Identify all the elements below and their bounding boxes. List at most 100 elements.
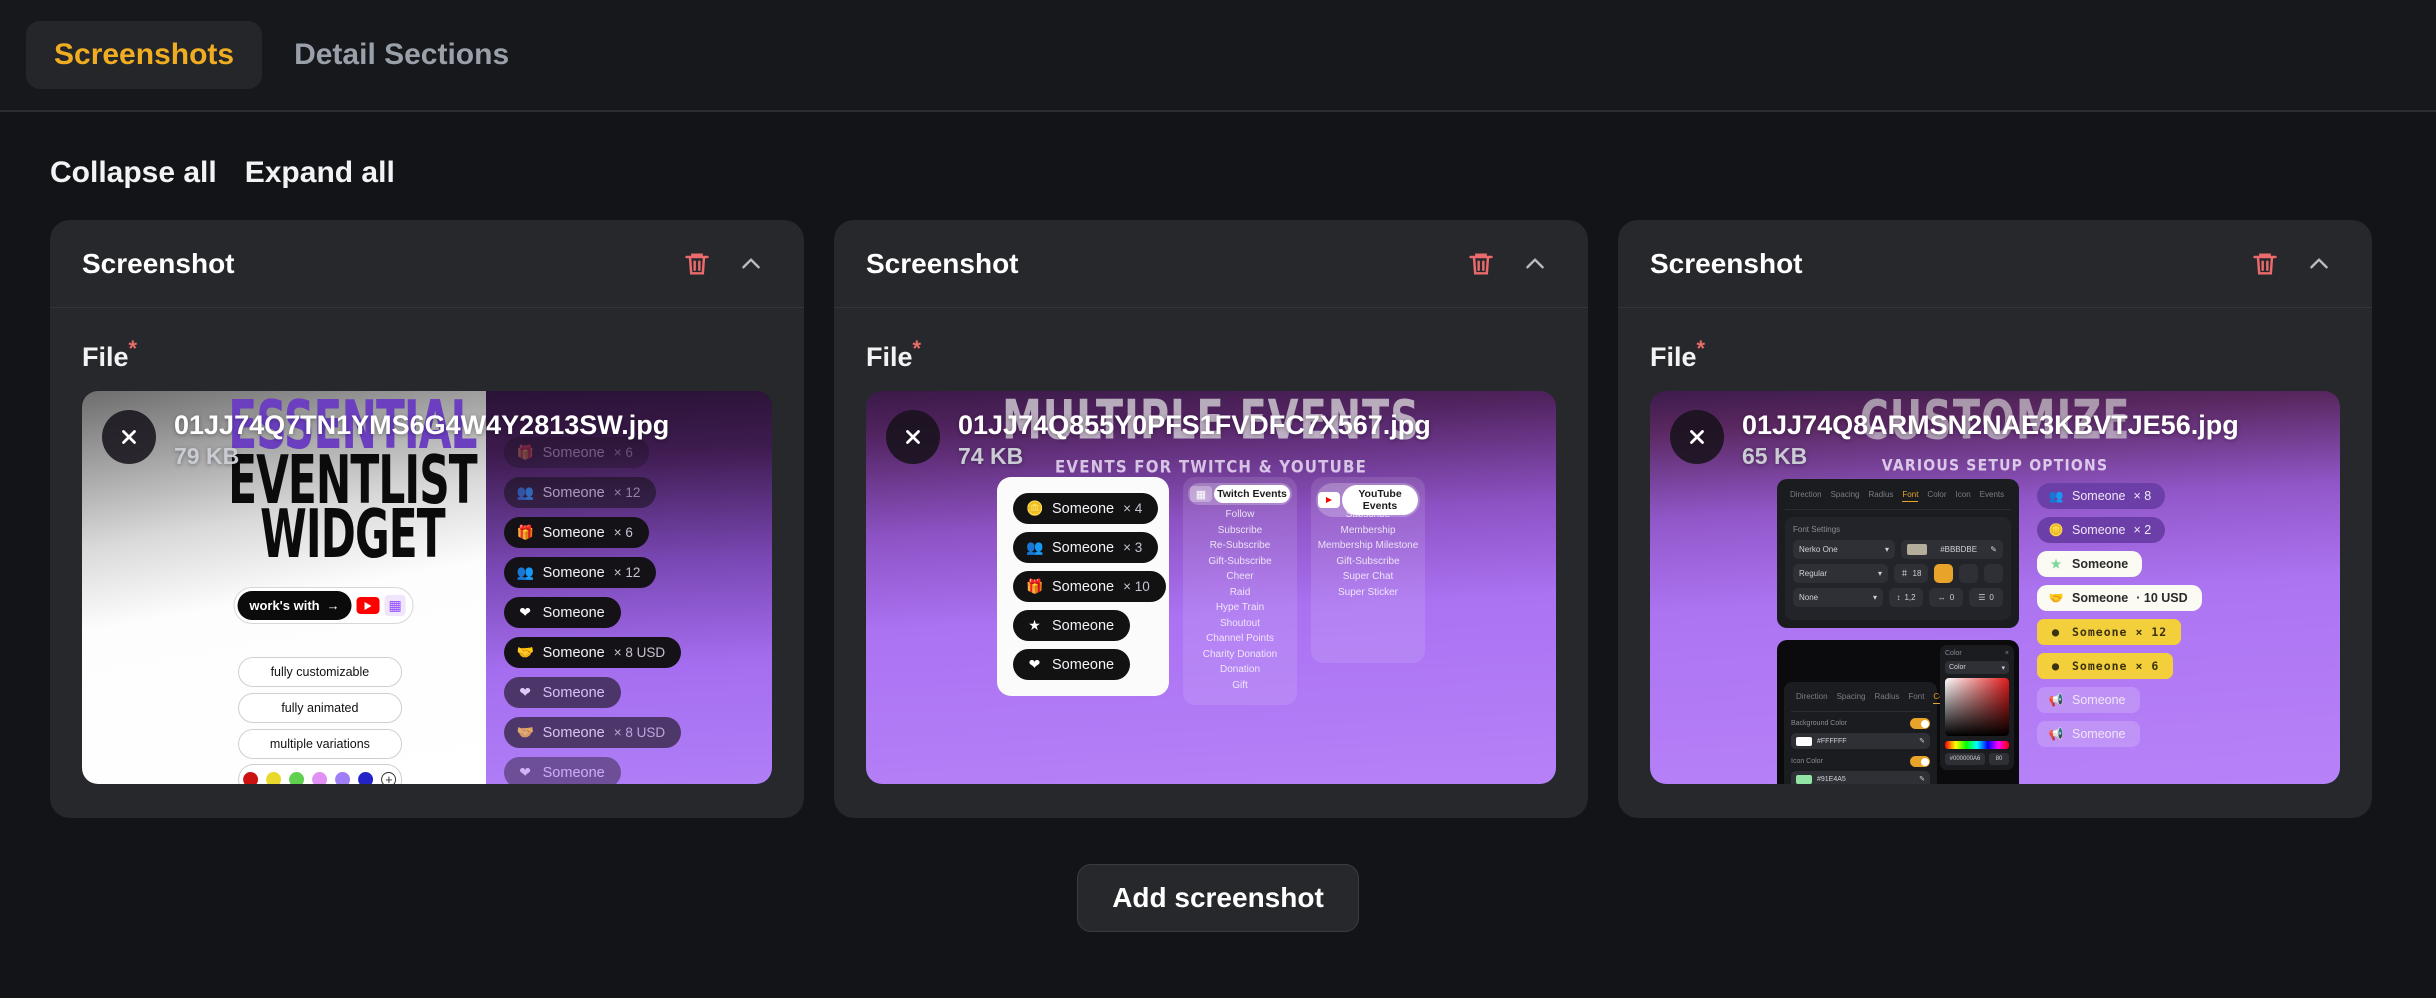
trash-icon bbox=[1469, 252, 1493, 275]
event-chip: 🎁 Someone × 10 bbox=[1013, 571, 1166, 602]
letter-spacing-stepper: ↔ 0 bbox=[1929, 588, 1963, 607]
file-name: 01JJ74Q7TN1YMS6G4W4Y2813SW.jpg bbox=[174, 410, 670, 440]
event-chip: ★ Someone bbox=[1013, 610, 1131, 641]
event-item: Gift-Subscribe bbox=[1208, 555, 1272, 567]
event-chip-list: 👥 Someone × 8 🪙 Someone × 2 ★ Someone 🤝 Someon… bbox=[2037, 479, 2213, 747]
file-field-label: File* bbox=[82, 336, 772, 373]
background-color-label: Background Color bbox=[1791, 720, 1848, 727]
font-weight-row: Regular ▾ ＃ 18 bbox=[1793, 564, 2003, 583]
collapse-card-button[interactable] bbox=[2292, 237, 2346, 291]
letter-spacing-icon: ↔ bbox=[1937, 593, 1946, 602]
trash-icon bbox=[2253, 252, 2277, 275]
screenshot-card: Screenshot File* ESSENTIAL EVENTLIST WID… bbox=[50, 220, 804, 818]
file-preview-thumbnail[interactable]: MULTIPLE EVENTS EVENTS FOR TWITCH & YOUT… bbox=[866, 391, 1556, 784]
megaphone-icon: 📢 bbox=[2048, 693, 2064, 707]
collapse-all-button[interactable]: Collapse all bbox=[50, 156, 217, 190]
file-preview-thumbnail[interactable]: ESSENTIAL EVENTLIST WIDGET work's with →… bbox=[82, 391, 772, 784]
youtube-events-header: YouTube Events bbox=[1316, 483, 1420, 517]
chip-name: Someone bbox=[2072, 693, 2126, 707]
panel-tab-active: Font bbox=[1902, 490, 1919, 502]
color-preview-swatch bbox=[1796, 774, 1812, 784]
card-title: Screenshot bbox=[1650, 247, 1803, 279]
feature-pill: fully animated bbox=[237, 693, 402, 723]
donate-icon: 🤝 bbox=[516, 724, 535, 740]
align-center-button bbox=[1959, 564, 1978, 583]
background-color-value: #FFFFFF bbox=[1817, 737, 1847, 745]
panel-tab-row: Direction Spacing Radius Font Color Icon… bbox=[1791, 689, 2010, 712]
panel-tab-row: Direction Spacing Radius Font Color Icon… bbox=[1785, 487, 2011, 510]
file-label-text: File bbox=[82, 342, 129, 372]
color-picker-footer: #000000A6 80 bbox=[1945, 753, 2009, 765]
gift-icon: 🎁 bbox=[1026, 578, 1044, 594]
remove-file-button[interactable] bbox=[886, 410, 940, 464]
chip-name: Someone bbox=[1052, 578, 1115, 595]
required-asterisk: * bbox=[1696, 336, 1706, 361]
delete-screenshot-button[interactable] bbox=[2238, 237, 2292, 291]
preview-content-row: Direction Spacing Radius Font Color Icon… bbox=[1650, 479, 2340, 784]
file-size: 79 KB bbox=[174, 443, 240, 469]
file-name: 01JJ74Q855Y0PFS1FVDFC7X567.jpg bbox=[958, 410, 1431, 440]
file-field-label: File* bbox=[866, 336, 1556, 373]
card-title: Screenshot bbox=[866, 247, 1019, 279]
color-picker-header: Color × bbox=[1945, 650, 2009, 657]
chip-name: Someone bbox=[1052, 656, 1115, 673]
works-with-text: work's with bbox=[249, 598, 320, 613]
color-swatch bbox=[289, 772, 305, 784]
donate-icon: 🤝 bbox=[516, 644, 535, 660]
file-preview-thumbnail[interactable]: CUSTOMIZE VARIOUS SETUP OPTIONS Directio… bbox=[1650, 391, 2340, 784]
font-decoration-select: None ▾ bbox=[1793, 588, 1883, 607]
delete-screenshot-button[interactable] bbox=[670, 237, 724, 291]
delete-screenshot-button[interactable] bbox=[1454, 237, 1508, 291]
file-meta: 01JJ74Q7TN1YMS6G4W4Y2813SW.jpg 79 KB bbox=[174, 408, 669, 470]
chip-count: × 6 bbox=[613, 525, 633, 540]
collapse-card-button[interactable] bbox=[724, 237, 778, 291]
event-item: Membership Milestone bbox=[1317, 540, 1419, 551]
donate-icon: 🤝 bbox=[2048, 591, 2064, 605]
font-settings-caption: Font Settings bbox=[1793, 525, 1841, 534]
word-spacing-stepper: ☰ 0 bbox=[1969, 588, 2003, 607]
event-item: Raid bbox=[1229, 586, 1251, 598]
tab-screenshots[interactable]: Screenshots bbox=[26, 21, 263, 89]
chip-count: × 4 bbox=[1123, 501, 1143, 516]
expand-all-button[interactable]: Expand all bbox=[245, 156, 395, 190]
chip-name: Someone bbox=[542, 604, 605, 621]
edit-icon: ✎ bbox=[1990, 545, 1997, 554]
color-preview-swatch bbox=[1796, 736, 1812, 746]
coins-icon: 🪙 bbox=[2048, 523, 2064, 537]
color-swatch bbox=[358, 772, 374, 784]
youtube-events-list: Subscribe Membership Membership Mileston… bbox=[1317, 507, 1419, 600]
panel-tab: Events bbox=[1979, 490, 2005, 499]
event-chip: ❤ Someone bbox=[1013, 649, 1131, 680]
edit-icon: ✎ bbox=[1919, 738, 1925, 745]
icon-color-toggle bbox=[1910, 756, 1930, 767]
people-icon: 👥 bbox=[1026, 539, 1044, 555]
line-height-value: 1,2 bbox=[1904, 593, 1916, 602]
collapse-card-button[interactable] bbox=[1508, 237, 1562, 291]
remove-file-button[interactable] bbox=[1670, 410, 1724, 464]
chip-name: Someone bbox=[542, 524, 605, 541]
color-swatch bbox=[266, 772, 282, 784]
people-icon: 👥 bbox=[2048, 489, 2064, 503]
event-chip: ● Someone × 12 bbox=[2037, 619, 2182, 645]
line-height-icon: ↕ bbox=[1896, 593, 1901, 602]
star-icon: ★ bbox=[1028, 617, 1041, 633]
event-item: Super Sticker bbox=[1337, 586, 1399, 598]
chip-name: Someone bbox=[2072, 591, 2129, 605]
remove-file-button[interactable] bbox=[102, 410, 156, 464]
file-meta: 01JJ74Q8ARMSN2NAE3KBVTJE56.jpg 65 KB bbox=[1742, 408, 2239, 470]
chip-name: Someone bbox=[2072, 523, 2126, 537]
color-gradient-area bbox=[1945, 678, 2009, 736]
tab-detail-sections[interactable]: Detail Sections bbox=[266, 21, 537, 89]
font-size-stepper: ＃ 18 bbox=[1894, 564, 1928, 583]
chip-count: × 12 bbox=[613, 485, 641, 500]
thumbnail-overlay: 01JJ74Q855Y0PFS1FVDFC7X567.jpg 74 KB bbox=[866, 391, 1556, 487]
color-swatch bbox=[243, 772, 259, 784]
add-screenshot-row: Add screenshot bbox=[0, 818, 2436, 932]
works-with-badge: work's with → ▦ bbox=[233, 587, 414, 624]
add-screenshot-button[interactable]: Add screenshot bbox=[1077, 864, 1359, 932]
font-family-value: Nerko One bbox=[1799, 545, 1838, 554]
close-icon: × bbox=[2004, 650, 2009, 657]
close-icon bbox=[1690, 430, 1704, 444]
event-chip: ❤ Someone bbox=[503, 757, 621, 784]
event-item: Gift bbox=[1232, 679, 1248, 691]
